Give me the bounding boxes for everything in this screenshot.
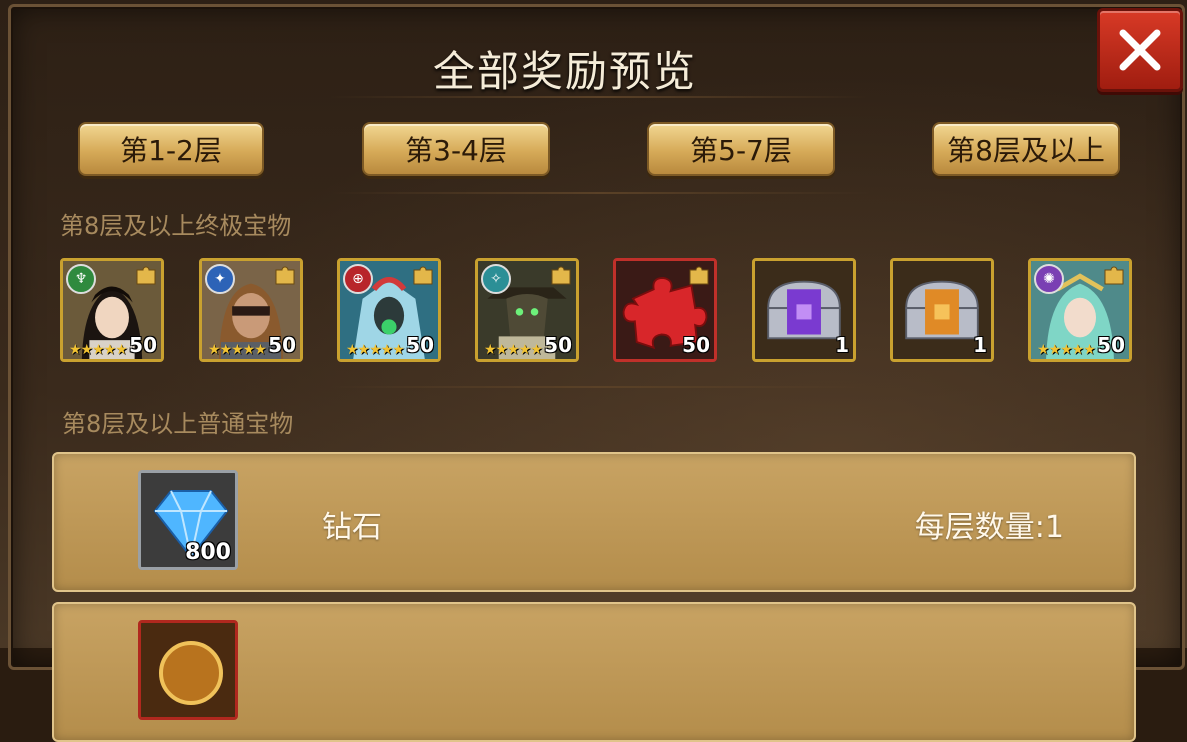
ultimate-section-label: 第8层及以上终极宝物: [60, 212, 292, 240]
tab-floor-1-2[interactable]: 第1-2层: [78, 122, 264, 176]
forest-faction-icon: ♆: [66, 264, 96, 294]
shard-piece-icon: [275, 266, 295, 285]
reward-row-medal: [52, 602, 1136, 742]
reward-slot-hero-2[interactable]: ✦ ★★★★★ 50: [199, 258, 303, 362]
star-rating: ★★★★★: [484, 342, 543, 358]
dialog-title: 全部奖励预览: [432, 47, 697, 96]
medal-icon: [141, 623, 235, 717]
dark-faction-icon: ✺: [1034, 264, 1064, 294]
reward-slot-chest-purple[interactable]: 1: [752, 258, 856, 362]
item-count: 50: [406, 333, 434, 357]
item-count: 1: [835, 333, 849, 357]
reward-slot-puzzle[interactable]: 50: [613, 258, 717, 362]
abyss-faction-icon: ⊕: [343, 264, 373, 294]
close-button[interactable]: [1097, 8, 1183, 92]
tab-floor-3-4[interactable]: 第3-4层: [362, 122, 550, 176]
reward-slot-chest-orange[interactable]: 1: [890, 258, 994, 362]
shard-piece-icon: [551, 266, 571, 285]
reward-item-icon[interactable]: 800: [138, 470, 238, 570]
fortress-faction-icon: ✦: [205, 264, 235, 294]
reward-quantity: 每层数量:1: [914, 510, 1064, 545]
star-rating: ★★★★★: [69, 342, 128, 358]
reward-slot-hero-1[interactable]: ♆ ★★★★★ 50: [60, 258, 164, 362]
close-icon: [1119, 29, 1161, 71]
reward-slot-hero-5[interactable]: ✺ ★★★★★ 50: [1028, 258, 1132, 362]
item-count: 1: [973, 333, 987, 357]
item-count: 800: [185, 540, 231, 565]
reward-slot-hero-3[interactable]: ⊕ ★★★★★ 50: [337, 258, 441, 362]
shard-piece-icon: [1104, 266, 1124, 285]
tab-floor-8-plus[interactable]: 第8层及以上: [932, 122, 1120, 176]
item-count: 50: [1097, 333, 1125, 357]
tab-floor-5-7[interactable]: 第5-7层: [647, 122, 835, 176]
star-rating: ★★★★★: [1037, 342, 1096, 358]
item-count: 50: [129, 333, 157, 357]
section-divider: [330, 386, 870, 388]
tabs-divider: [330, 192, 870, 194]
shadow-faction-icon: ✧: [481, 264, 511, 294]
title-divider: [330, 96, 870, 98]
title-bar: 全部奖励预览: [20, 8, 1110, 108]
shard-piece-icon: [136, 266, 156, 285]
normal-section-label: 第8层及以上普通宝物: [62, 410, 294, 438]
reward-slot-hero-4[interactable]: ✧ ★★★★★ 50: [475, 258, 579, 362]
star-rating: ★★★★★: [208, 342, 267, 358]
star-rating: ★★★★★: [346, 342, 405, 358]
shard-piece-icon: [413, 266, 433, 285]
reward-name: 钻石: [322, 510, 382, 545]
shard-piece-icon: [689, 266, 709, 285]
item-count: 50: [682, 333, 710, 357]
item-count: 50: [268, 333, 296, 357]
reward-row-diamond: 800 钻石 每层数量:1: [52, 452, 1136, 592]
reward-item-icon[interactable]: [138, 620, 238, 720]
item-count: 50: [544, 333, 572, 357]
